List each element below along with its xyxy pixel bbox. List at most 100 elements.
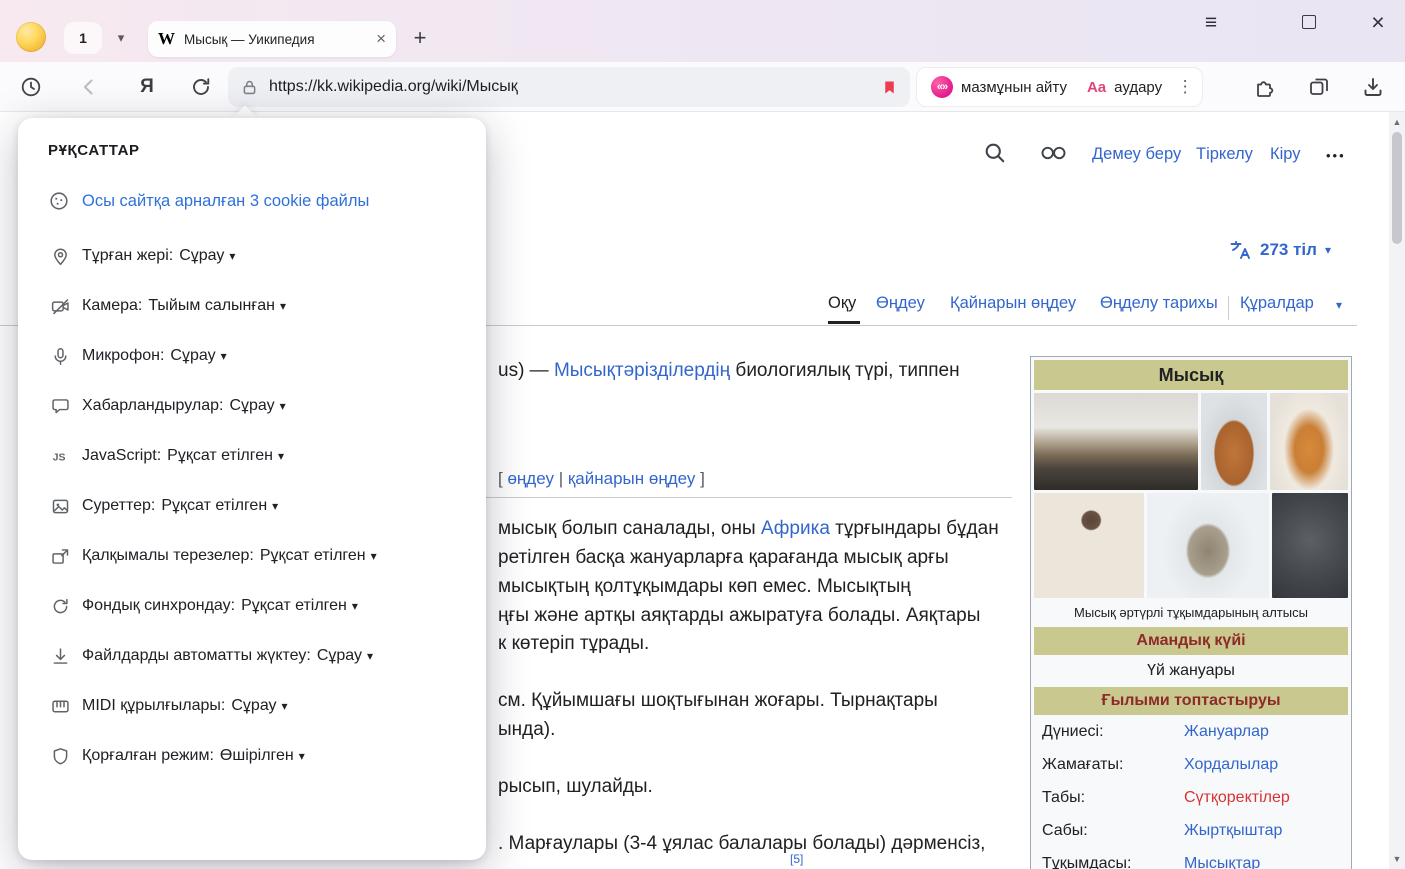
read-aloud-button[interactable]: мазмұнын айту [921,71,1077,103]
dropdown-caret-icon[interactable] [352,599,358,613]
yandex-search-icon[interactable]: Я [134,74,160,100]
page-actions-more-icon[interactable] [1172,71,1198,103]
paragraph-line: к көтеріп тұрады. [498,633,649,655]
permission-row-protected-mode[interactable]: Қорғалған режим:Өшірілген [48,742,468,770]
permission-row-auto-download[interactable]: Файлдарды автоматты жүктеу:Сұрау [48,642,468,670]
translate-button[interactable]: аудару [1077,71,1172,103]
wiki-appearance-icon[interactable] [1040,144,1067,162]
dropdown-caret-icon[interactable] [278,449,284,463]
tab-close-icon[interactable] [376,29,386,49]
permission-row-images[interactable]: Суреттер:Рұқсат етілген [48,492,468,520]
permission-row-location[interactable]: Тұрған жері:Сұрау [48,242,468,270]
wiki-register-link[interactable]: Тіркелу [1196,145,1253,164]
dropdown-caret-icon[interactable] [367,649,373,663]
infobox-caption: Мысық әртүрлі тұқымдарының алтысы [1034,598,1348,627]
wiki-donate-link[interactable]: Демеу беру [1092,145,1181,164]
dropdown-caret-icon[interactable] [280,399,286,413]
cookies-row[interactable]: Осы сайтқа арналған 3 cookie файлы [48,190,369,212]
tab-group-chevron-icon[interactable] [108,24,134,52]
location-icon [48,244,72,268]
new-tab-button[interactable] [406,24,434,52]
dropdown-caret-icon[interactable] [280,299,286,313]
scrollbar-thumb[interactable] [1392,132,1402,244]
bookmark-icon[interactable] [881,77,898,98]
language-selector-button[interactable]: 273 тіл ▾ [1228,238,1331,262]
downloads-icon[interactable] [1360,74,1386,100]
tab-edit[interactable]: Өңдеу [876,294,925,313]
tab-group-counter[interactable]: 1 [64,22,102,54]
url-text[interactable]: https://kk.wikipedia.org/wiki/Мысық [269,78,881,96]
cookies-link[interactable]: Осы сайтқа арналған 3 cookie файлы [82,192,369,211]
taxonomy-value-link[interactable]: Жануарлар [1184,723,1269,741]
permission-row-notifications[interactable]: Хабарландырулар:Сұрау [48,392,468,420]
browser-titlebar: 1 W Мысық — Уикипедия [0,0,1405,62]
permissions-panel: РҰҚСАТТАР Осы сайтқа арналған 3 cookie ф… [18,118,486,860]
footnote-link[interactable]: [5] [790,852,803,866]
permission-row-javascript[interactable]: JS JavaScript:Рұқсат етілген [48,442,468,470]
scrollbar-down-icon[interactable] [1389,851,1405,867]
language-chevron-icon: ▾ [1325,243,1331,257]
dropdown-caret-icon[interactable] [221,349,227,363]
paragraph-line: ңғы және артқы аяқтарды ажыратуға болады… [498,605,980,627]
back-icon[interactable] [76,74,102,100]
taxonomy-value-link[interactable]: Хордалылар [1184,756,1278,774]
cat-photo-2[interactable] [1201,393,1267,490]
cat-photo-4[interactable] [1034,493,1144,598]
cat-photo-3[interactable] [1270,393,1348,490]
wiki-search-icon[interactable] [982,140,1007,165]
page-scrollbar[interactable] [1389,112,1405,869]
taxonomy-value-link[interactable]: Сүтқоректілер [1184,789,1290,807]
taxonomy-value-link[interactable]: Мысықтар [1184,855,1260,869]
dropdown-caret-icon[interactable] [272,499,278,513]
browser-toolbar: Я https://kk.wikipedia.org/wiki/Мысық ма… [0,62,1405,112]
permission-row-camera[interactable]: Камера:Тыйым салынған [48,292,468,320]
auto-download-icon [48,644,72,668]
tab-history[interactable]: Өңделу тарихы [1100,294,1218,313]
collections-icon[interactable] [1306,74,1332,100]
tools-chevron-icon[interactable]: ▾ [1336,298,1342,312]
cat-photo-5[interactable] [1147,493,1269,598]
extensions-icon[interactable] [1252,74,1278,100]
profile-avatar[interactable] [16,22,46,52]
section-heading-rule [486,497,1012,498]
address-bar[interactable]: https://kk.wikipedia.org/wiki/Мысық [228,67,910,107]
cat-photo-1[interactable] [1034,393,1198,490]
tab-edit-source[interactable]: Қайнарын өңдеу [950,294,1076,313]
dropdown-caret-icon[interactable] [299,749,305,763]
history-icon[interactable] [18,74,44,100]
wiki-user-menu-icon[interactable] [1326,148,1346,163]
article-intro-line: us) — Мысықтәрізділердің биологиялық түр… [498,360,960,382]
permission-row-midi[interactable]: MIDI құрылғылары:Сұрау [48,692,468,720]
svg-text:JS: JS [52,451,65,463]
dropdown-caret-icon[interactable] [371,549,377,563]
permission-row-microphone[interactable]: Микрофон:Сұрау [48,342,468,370]
window-menu-icon[interactable] [1196,8,1226,38]
species-infobox: Мысық Мысық әртүрлі тұқымдарының алтысы … [1030,356,1352,869]
section-edit-source-link[interactable]: қайнарын өңдеу [568,469,696,488]
felidae-link[interactable]: Мысықтәрізділердің [554,360,730,381]
dropdown-caret-icon[interactable] [282,699,288,713]
window-maximize-button[interactable] [1302,15,1316,29]
section-edit-link[interactable]: өңдеу [507,469,554,488]
dropdown-caret-icon[interactable] [229,249,235,263]
microphone-icon [48,344,72,368]
scrollbar-up-icon[interactable] [1389,114,1405,130]
notifications-icon [48,394,72,418]
read-aloud-icon [931,76,953,98]
africa-link[interactable]: Африка [761,518,830,539]
cat-photo-6[interactable] [1272,493,1348,598]
permission-row-background-sync[interactable]: Фондық синхрондау:Рұқсат етілген [48,592,468,620]
reload-icon[interactable] [188,74,214,100]
tab-read[interactable]: Оқу [828,294,856,313]
tab-count: 1 [79,30,87,46]
tools-menu[interactable]: Құралдар [1240,294,1314,313]
browser-tab-active[interactable]: W Мысық — Уикипедия [148,21,396,57]
images-icon [48,494,72,518]
paragraph-line: ында). [498,719,555,741]
wiki-login-link[interactable]: Кіру [1270,145,1301,164]
taxonomy-value-link[interactable]: Жыртқыштар [1184,822,1282,840]
permission-row-popups[interactable]: Қалқымалы терезелер:Рұқсат етілген [48,542,468,570]
taxonomy-row: Тұқымдасы: Мысықтар [1034,847,1348,869]
window-close-button[interactable] [1362,6,1394,38]
site-lock-icon[interactable] [240,78,259,97]
